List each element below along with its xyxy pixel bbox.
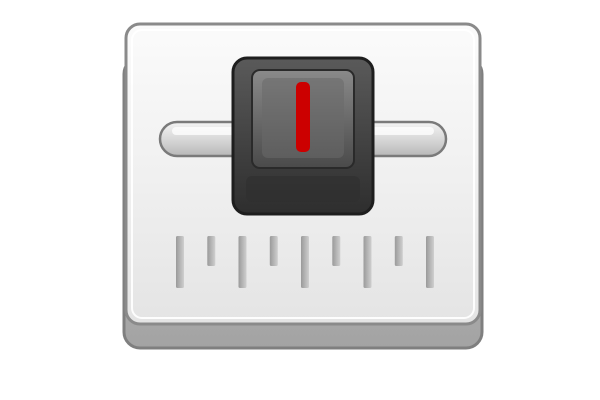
scale-tick bbox=[176, 236, 184, 288]
scale-tick bbox=[394, 236, 403, 266]
slider-control-icon bbox=[122, 22, 484, 350]
scale-tick bbox=[426, 236, 434, 288]
slider-knob[interactable] bbox=[231, 56, 375, 216]
scale-tick bbox=[269, 236, 278, 266]
scale-tick bbox=[207, 236, 216, 266]
scale-tick bbox=[363, 236, 372, 288]
icon-canvas bbox=[0, 0, 600, 400]
slider-indicator bbox=[296, 82, 310, 152]
scale-tick bbox=[238, 236, 247, 288]
scale-tick bbox=[332, 236, 341, 266]
scale-tick bbox=[301, 236, 309, 288]
